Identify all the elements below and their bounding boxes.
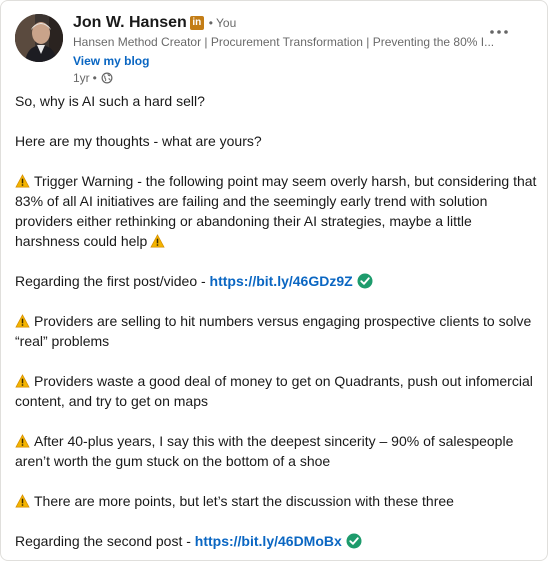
post-body: So, why is AI such a hard sell? Here are… [15, 91, 539, 560]
first-post-link[interactable]: https://bit.ly/46GDz9Z [210, 273, 353, 289]
point-paragraph: There are more points, but let’s start t… [15, 491, 539, 511]
point-paragraph: Providers are selling to hit numbers ver… [15, 311, 539, 351]
post-age: 1yr [73, 71, 90, 85]
point-paragraph: Providers waste a good deal of money to … [15, 371, 539, 411]
author-headline: Hansen Method Creator | Procurement Tran… [73, 35, 493, 49]
globe-icon [101, 72, 113, 84]
check-mark-icon [346, 533, 362, 549]
name-separator: • [208, 16, 213, 30]
trigger-warning-paragraph: Trigger Warning - the following point ma… [15, 171, 539, 251]
trigger-warning-text: Trigger Warning - the following point ma… [15, 173, 537, 249]
point-text: Providers are selling to hit numbers ver… [15, 313, 532, 349]
warning-icon [15, 173, 30, 188]
check-mark-icon [357, 273, 373, 289]
post-paragraph: So, why is AI such a hard sell? [15, 93, 205, 109]
more-options-icon[interactable] [487, 20, 511, 44]
relation-label: You [216, 16, 237, 30]
warning-icon [15, 373, 30, 388]
first-post-paragraph: Regarding the first post/video - https:/… [15, 271, 539, 291]
second-post-prefix: Regarding the second post - [15, 533, 195, 549]
author-name[interactable]: Jon W. Hansen [73, 14, 187, 32]
post-header: Jon W. Hansen in • You Hansen Method Cre… [15, 12, 525, 86]
warning-icon [15, 433, 30, 448]
second-post-paragraph: Regarding the second post - https://bit.… [15, 531, 539, 551]
first-post-prefix: Regarding the first post/video - [15, 273, 210, 289]
post-paragraph: Here are my thoughts - what are yours? [15, 133, 262, 149]
point-text: There are more points, but let’s start t… [34, 493, 454, 509]
linkedin-premium-icon: in [189, 16, 204, 30]
point-text: Providers waste a good deal of money to … [15, 373, 533, 409]
point-paragraph: After 40-plus years, I say this with the… [15, 431, 539, 471]
warning-icon [15, 313, 30, 328]
post-time-row: 1yr • [73, 70, 513, 86]
post-card: Jon W. Hansen in • You Hansen Method Cre… [0, 0, 548, 561]
view-blog-link[interactable]: View my blog [73, 53, 149, 69]
point-text: After 40-plus years, I say this with the… [15, 433, 514, 469]
author-meta: Jon W. Hansen in • You Hansen Method Cre… [73, 12, 513, 86]
warning-icon [150, 233, 165, 248]
time-separator: • [92, 71, 97, 85]
second-post-link[interactable]: https://bit.ly/46DMoBx [195, 533, 342, 549]
name-row: Jon W. Hansen in • You [73, 12, 513, 34]
warning-icon [15, 493, 30, 508]
avatar[interactable] [15, 14, 63, 62]
